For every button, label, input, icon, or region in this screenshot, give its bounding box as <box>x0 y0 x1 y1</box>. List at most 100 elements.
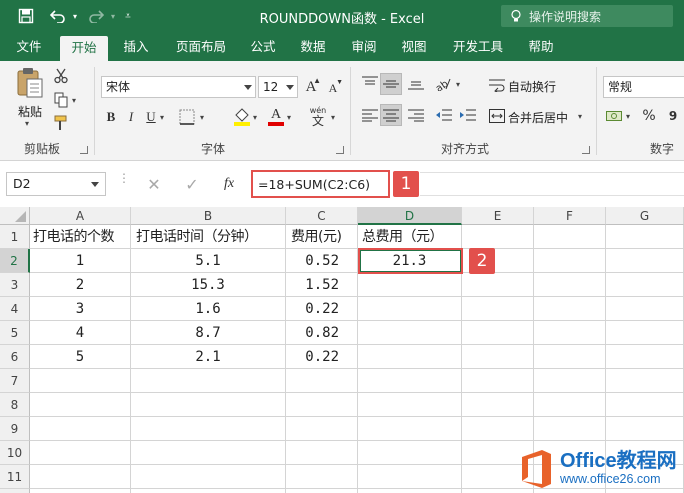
cell-d10[interactable] <box>358 441 462 465</box>
font-color-icon[interactable]: A <box>266 105 286 127</box>
cancel-icon[interactable]: ✕ <box>144 174 164 194</box>
cell-g8[interactable] <box>606 393 684 417</box>
cell-a10[interactable] <box>30 441 131 465</box>
cell-b7[interactable] <box>131 369 286 393</box>
middle-align-icon[interactable] <box>380 73 402 95</box>
customize-qat-icon[interactable]: ⩡ <box>122 7 134 25</box>
cell-e6[interactable] <box>462 345 534 369</box>
top-align-icon[interactable] <box>360 73 380 93</box>
row-header[interactable]: 6 <box>0 345 30 369</box>
row-header[interactable]: 2 <box>0 249 30 273</box>
paste-label[interactable]: 粘贴 <box>14 103 46 120</box>
cell-d11[interactable] <box>358 465 462 489</box>
cell-d12[interactable] <box>358 489 462 493</box>
cell-a6[interactable]: 5 <box>30 345 131 369</box>
row-header[interactable]: 8 <box>0 393 30 417</box>
cell-c6[interactable]: 0.22 <box>286 345 358 369</box>
cell-c8[interactable] <box>286 393 358 417</box>
merge-dropdown-icon[interactable]: ▾ <box>578 112 582 121</box>
formula-input-area[interactable] <box>420 172 684 196</box>
cell-d9[interactable] <box>358 417 462 441</box>
redo-icon[interactable] <box>86 7 106 25</box>
cell-a12[interactable] <box>30 489 131 493</box>
fill-color-icon[interactable] <box>232 105 252 127</box>
row-header[interactable]: 10 <box>0 441 30 465</box>
cell-c12[interactable] <box>286 489 358 493</box>
cell-a4[interactable]: 3 <box>30 297 131 321</box>
enter-icon[interactable]: ✓ <box>182 174 202 194</box>
row-header[interactable]: 7 <box>0 369 30 393</box>
column-header-a[interactable]: A <box>30 207 131 225</box>
cell-a8[interactable] <box>30 393 131 417</box>
cell-c1[interactable]: 费用(元) <box>286 225 358 249</box>
bottom-align-icon[interactable] <box>406 73 426 93</box>
tell-me-search[interactable]: 操作说明搜索 <box>501 5 673 27</box>
row-header[interactable]: 5 <box>0 321 30 345</box>
decrease-indent-icon[interactable] <box>434 105 454 125</box>
formula-input-highlight[interactable]: =18+SUM(C2:C6) <box>251 170 390 198</box>
alignment-launcher-icon[interactable] <box>582 146 590 154</box>
tab-file[interactable]: 文件 <box>9 33 49 61</box>
align-center-icon[interactable] <box>380 104 402 126</box>
cell-g1[interactable] <box>606 225 684 249</box>
cell-e7[interactable] <box>462 369 534 393</box>
borders-icon[interactable] <box>176 107 198 127</box>
cell-c2[interactable]: 0.52 <box>286 249 358 273</box>
column-header-e[interactable]: E <box>462 207 534 225</box>
orientation-icon[interactable]: ab <box>432 73 454 93</box>
formula-bar-grip-icon[interactable]: ⋮ <box>118 172 130 184</box>
orientation-dropdown-icon[interactable]: ▾ <box>456 80 460 89</box>
cell-g7[interactable] <box>606 369 684 393</box>
cell-d5[interactable] <box>358 321 462 345</box>
cut-icon[interactable] <box>52 67 70 85</box>
cell-e5[interactable] <box>462 321 534 345</box>
fill-color-dropdown-icon[interactable]: ▾ <box>253 113 257 122</box>
active-cell-highlight[interactable] <box>358 248 463 274</box>
cell-b2[interactable]: 5.1 <box>131 249 286 273</box>
wrap-text-label[interactable]: 自动换行 <box>508 78 556 95</box>
cell-a1[interactable]: 打电话的个数 <box>30 225 131 249</box>
comma-style-button[interactable]: 9 <box>664 106 682 126</box>
formula-input[interactable]: =18+SUM(C2:C6) <box>258 177 370 192</box>
cell-b5[interactable]: 8.7 <box>131 321 286 345</box>
cell-b1[interactable]: 打电话时间（分钟） <box>131 225 286 249</box>
cell-c3[interactable]: 1.52 <box>286 273 358 297</box>
cell-f8[interactable] <box>534 393 606 417</box>
format-painter-icon[interactable] <box>52 114 70 132</box>
cell-e4[interactable] <box>462 297 534 321</box>
borders-dropdown-icon[interactable]: ▾ <box>200 113 204 122</box>
copy-dropdown-icon[interactable]: ▾ <box>72 96 76 105</box>
underline-button[interactable]: U <box>144 107 158 127</box>
cell-b12[interactable] <box>131 489 286 493</box>
merge-center-label[interactable]: 合并后居中 <box>508 109 568 126</box>
undo-icon[interactable] <box>48 7 68 25</box>
cell-a3[interactable]: 2 <box>30 273 131 297</box>
wrap-text-icon[interactable] <box>488 76 506 94</box>
tab-formulas[interactable]: 公式 <box>244 33 282 61</box>
cell-g2[interactable] <box>606 249 684 273</box>
column-header-b[interactable]: B <box>131 207 286 225</box>
cell-b8[interactable] <box>131 393 286 417</box>
cell-g6[interactable] <box>606 345 684 369</box>
cell-e3[interactable] <box>462 273 534 297</box>
copy-icon[interactable] <box>52 91 70 109</box>
font-color-dropdown-icon[interactable]: ▾ <box>287 113 291 122</box>
cell-b11[interactable] <box>131 465 286 489</box>
phonetic-guide-icon[interactable]: wén 文 <box>306 104 330 128</box>
tab-developer[interactable]: 开发工具 <box>446 33 510 61</box>
percent-style-button[interactable]: % <box>640 106 658 126</box>
tab-insert[interactable]: 插入 <box>115 33 157 61</box>
cell-g4[interactable] <box>606 297 684 321</box>
cell-b4[interactable]: 1.6 <box>131 297 286 321</box>
decrease-font-size-icon[interactable]: A ▼ <box>324 78 343 97</box>
align-left-icon[interactable] <box>360 105 380 125</box>
cell-c11[interactable] <box>286 465 358 489</box>
cell-g9[interactable] <box>606 417 684 441</box>
cell-e9[interactable] <box>462 417 534 441</box>
row-header[interactable]: 11 <box>0 465 30 489</box>
column-header-c[interactable]: C <box>286 207 358 225</box>
cell-f6[interactable] <box>534 345 606 369</box>
cell-f9[interactable] <box>534 417 606 441</box>
bold-button[interactable]: B <box>104 107 118 127</box>
cell-d7[interactable] <box>358 369 462 393</box>
